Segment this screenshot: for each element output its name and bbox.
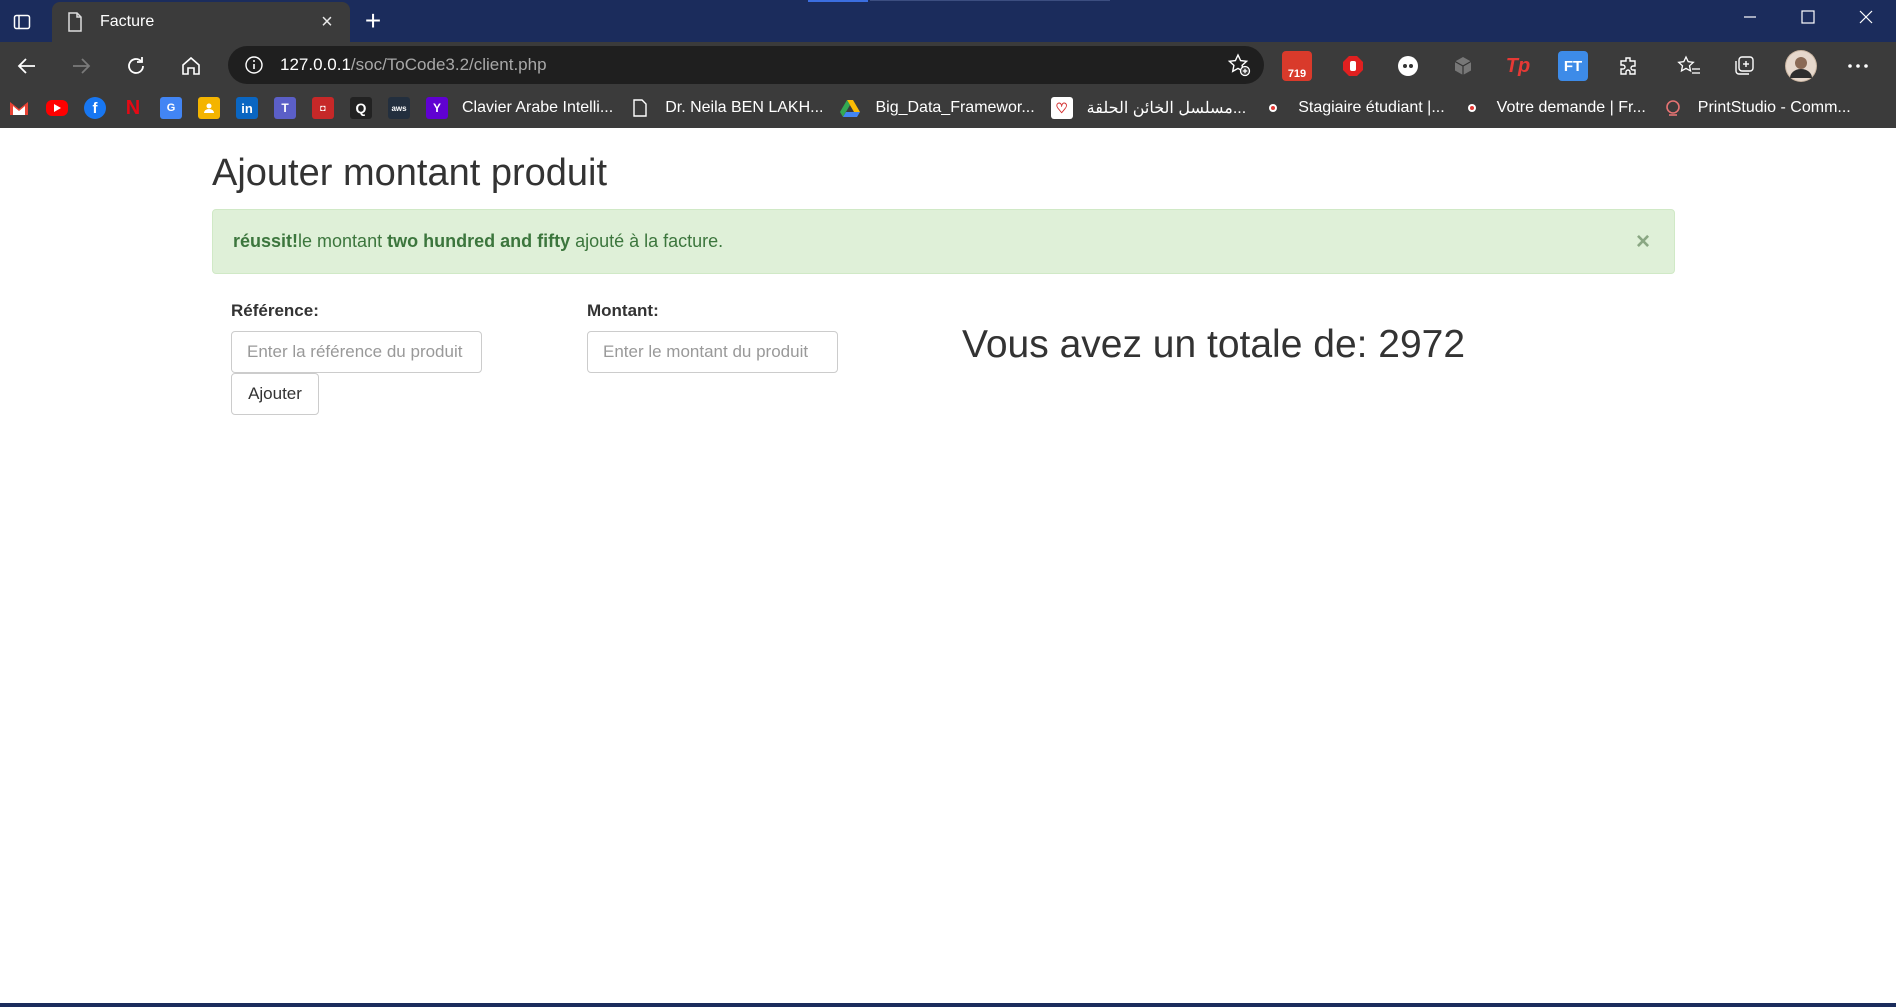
amount-input[interactable] [587, 331, 838, 373]
netflix-icon: N [125, 96, 141, 119]
app-icon: ◘ [312, 97, 334, 119]
bookmark-aws[interactable]: aws [388, 93, 410, 123]
alert-text-before: le montant [298, 231, 388, 251]
title-accent-line [870, 0, 1110, 1]
bookmark-bigdata[interactable]: Big_Data_Framewor... [839, 93, 1035, 123]
profile-avatar[interactable] [1785, 50, 1817, 82]
taskbar-edge [0, 1003, 1896, 1007]
vpn-extension-icon[interactable] [1393, 51, 1423, 81]
address-path: /soc/ToCode3.2/client.php [350, 55, 547, 74]
page-content: Ajouter montant produit réussit!le monta… [0, 128, 1896, 1003]
forward-icon[interactable] [64, 49, 98, 83]
home-icon[interactable] [174, 49, 208, 83]
bookmark-label: Big_Data_Framewor... [875, 99, 1035, 116]
bookmark-clavier[interactable]: Y Clavier Arabe Intelli... [426, 93, 613, 123]
new-tab-button[interactable]: + [358, 5, 388, 36]
bookmark-neila[interactable]: Dr. Neila BEN LAKH... [629, 93, 823, 123]
bookmark-youtube[interactable] [46, 93, 68, 123]
extensions-icon[interactable] [1614, 51, 1644, 81]
facebook-icon: f [84, 97, 106, 119]
adblock-extension-icon[interactable] [1338, 51, 1368, 81]
reference-label: Référence: [231, 301, 319, 320]
ft-extension-icon[interactable]: FT [1558, 51, 1588, 81]
bookmark-translate[interactable]: G [160, 93, 182, 123]
bookmark-icon [1461, 97, 1483, 119]
heart-icon: ♡ [1050, 97, 1073, 119]
google-drive-icon [839, 97, 861, 119]
bookmark-label: Clavier Arabe Intelli... [462, 99, 614, 116]
youtube-icon [46, 100, 68, 116]
bookmark-app[interactable]: ◘ [312, 93, 334, 123]
alert-amount-words: two hundred and fifty [387, 231, 571, 251]
add-button[interactable]: Ajouter [231, 373, 319, 415]
address-bar[interactable]: 127.0.0.1/soc/ToCode3.2/client.php [228, 46, 1264, 84]
bookmark-label: PrintStudio - Comm... [1697, 99, 1851, 116]
bookmark-icon [1262, 97, 1284, 119]
bookmark-facebook[interactable]: f [84, 93, 106, 123]
teams-icon: T [274, 97, 296, 119]
bookmark-netflix[interactable]: N [122, 93, 144, 123]
browser-title-bar: Facture × + [0, 0, 1896, 42]
add-favorite-icon[interactable] [1226, 52, 1252, 78]
bookmarks-bar: f N G in T ◘ Q aws Y Clavier Arabe Intell… [0, 88, 1896, 128]
reference-input[interactable] [231, 331, 482, 373]
amount-label: Montant: [587, 301, 659, 320]
alert-text-after: ajouté à la facture. [570, 231, 724, 251]
collections-icon[interactable] [1729, 51, 1759, 81]
cube-extension-icon[interactable] [1448, 51, 1478, 81]
title-accent [808, 0, 868, 2]
minimize-icon[interactable] [1722, 0, 1778, 34]
tab-close-icon[interactable]: × [316, 11, 338, 33]
bookmark-votre-demande[interactable]: Votre demande | Fr... [1461, 93, 1646, 123]
bookmark-printstudio[interactable]: PrintStudio - Comm... [1662, 93, 1851, 123]
bookmark-linkedin[interactable]: in [236, 93, 258, 123]
back-icon[interactable] [10, 49, 44, 83]
reload-icon[interactable] [119, 49, 153, 83]
bookmark-q[interactable]: Q [350, 93, 372, 123]
linkedin-icon: in [236, 97, 258, 119]
gmail-icon [8, 97, 30, 119]
yahoo-icon: Y [426, 97, 448, 119]
document-icon [629, 97, 651, 119]
bookmark-arabic-series[interactable]: ♡ مسلسل الخائن الحلقة... [1050, 93, 1247, 123]
bookmark-teams[interactable]: T [274, 93, 296, 123]
aws-icon: aws [388, 97, 410, 119]
bookmark-label: Votre demande | Fr... [1496, 99, 1646, 116]
tab-title: Facture [100, 13, 155, 30]
tab-actions-icon[interactable] [8, 8, 36, 36]
close-window-icon[interactable] [1838, 0, 1894, 34]
bookmark-label: مسلسل الخائن الحلقة... [1086, 100, 1247, 117]
total-amount: Vous avez un totale de: 2972 [962, 323, 1466, 366]
page-icon [64, 11, 86, 33]
bookmark-label: Stagiaire étudiant |... [1298, 99, 1445, 116]
alert-close-icon[interactable]: × [1636, 228, 1650, 256]
bookmark-label: Dr. Neila BEN LAKH... [665, 99, 824, 116]
printstudio-icon [1662, 97, 1684, 119]
google-classroom-icon [198, 97, 220, 119]
mail-extension-icon[interactable]: 719 [1282, 51, 1312, 81]
site-info-icon[interactable] [242, 53, 266, 77]
page-title: Ajouter montant produit [212, 152, 608, 194]
q-icon: Q [350, 97, 372, 119]
bookmark-stagiaire[interactable]: Stagiaire étudiant |... [1262, 93, 1445, 123]
favorites-icon[interactable] [1674, 51, 1704, 81]
maximize-icon[interactable] [1780, 0, 1836, 34]
bookmark-gmail[interactable] [8, 93, 30, 123]
address-host: 127.0.0.1 [280, 55, 351, 74]
tp-extension-icon[interactable]: Tp [1503, 51, 1533, 81]
alert-strong-prefix: réussit! [233, 231, 299, 251]
bookmark-classroom[interactable] [198, 93, 220, 123]
browser-tab[interactable]: Facture × [52, 2, 350, 42]
browser-toolbar: 127.0.0.1/soc/ToCode3.2/client.php 719 T… [0, 42, 1896, 88]
success-alert: réussit!le montant two hundred and fifty… [212, 209, 1675, 274]
more-menu-icon[interactable] [1843, 51, 1873, 81]
google-translate-icon: G [160, 97, 182, 119]
